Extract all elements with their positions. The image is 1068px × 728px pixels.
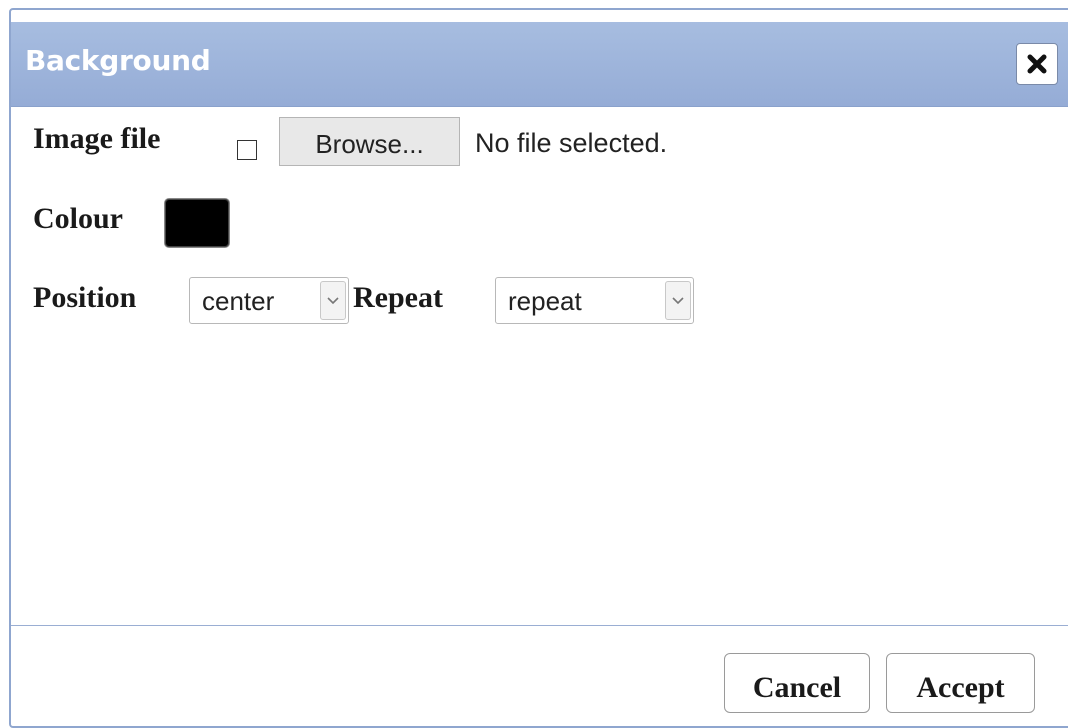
footer-divider [11, 625, 1068, 626]
repeat-select-value: repeat [508, 286, 582, 316]
cancel-button[interactable]: Cancel [724, 653, 870, 713]
colour-swatch[interactable] [164, 198, 230, 248]
dialog-title: Background [25, 44, 211, 77]
position-select[interactable]: center [189, 277, 349, 324]
repeat-select[interactable]: repeat [495, 277, 694, 324]
position-label: Position [33, 281, 137, 314]
browse-button[interactable]: Browse... [279, 117, 460, 166]
file-status-text: No file selected. [475, 128, 668, 158]
close-icon [1027, 54, 1047, 74]
colour-label: Colour [33, 202, 123, 235]
accept-button[interactable]: Accept [886, 653, 1035, 713]
close-button[interactable] [1016, 43, 1058, 85]
chevron-down-icon[interactable] [320, 281, 346, 320]
repeat-label: Repeat [353, 281, 443, 314]
image-file-checkbox[interactable] [237, 140, 257, 160]
dialog-titlebar[interactable]: Background [11, 22, 1068, 107]
position-select-value: center [202, 286, 275, 316]
image-file-label: Image file [33, 122, 161, 155]
chevron-down-icon[interactable] [665, 281, 691, 320]
background-dialog: Background Image file Browse... No file … [9, 8, 1068, 728]
